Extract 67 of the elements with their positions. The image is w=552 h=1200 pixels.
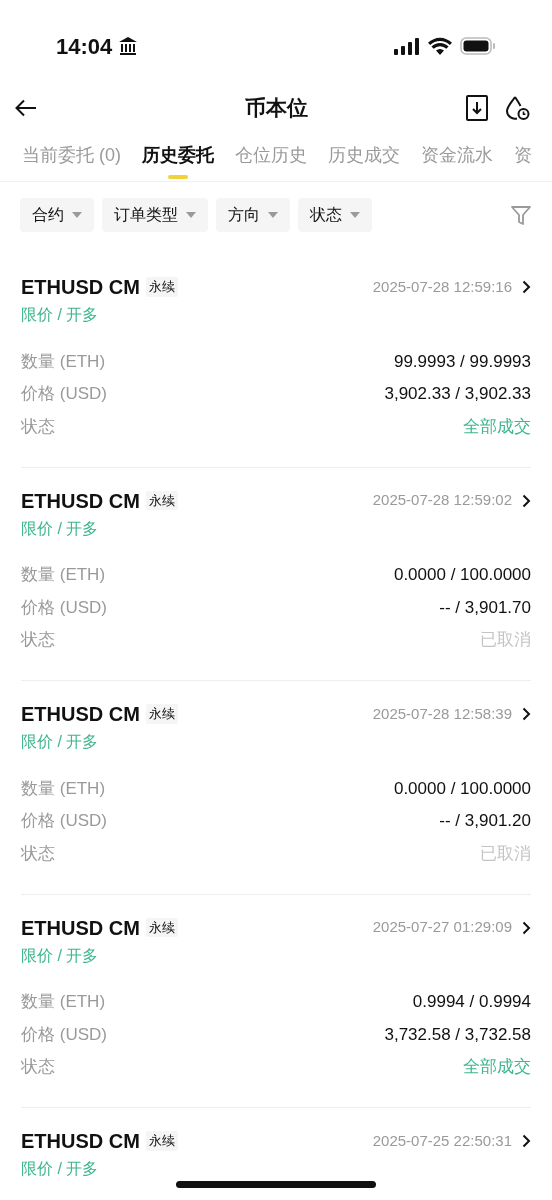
order-time: 2025-07-25 22:50:31 xyxy=(372,1130,512,1151)
field-label: 价格 (USD) xyxy=(21,596,107,619)
contract-symbol: ETHUSD CM xyxy=(21,915,140,941)
contract-symbol: ETHUSD CM xyxy=(21,1129,140,1154)
field-label: 价格 (USD) xyxy=(21,383,107,405)
tab[interactable]: 历史委托 xyxy=(142,138,214,181)
battery-icon xyxy=(460,37,496,55)
signal-icon xyxy=(394,37,420,55)
field-label: 状态 xyxy=(21,415,55,438)
filter-dropdown[interactable]: 订单类型 xyxy=(102,198,208,232)
chevron-right-icon[interactable] xyxy=(522,920,531,935)
field-label: 状态 xyxy=(21,1056,55,1078)
page-title: 币本位 xyxy=(244,95,308,122)
field-value: 0.0000 / 100.0000 xyxy=(393,777,531,800)
field-value: 0.0000 / 100.0000 xyxy=(393,564,531,586)
order-type: 限价 / 开多 xyxy=(21,732,99,752)
field-value: -- / 3,901.70 xyxy=(439,596,531,619)
order-time: 2025-07-28 12:59:16 xyxy=(372,276,512,297)
order-time: 2025-07-27 01:29:09 xyxy=(372,917,512,938)
contract-tag: 永续 xyxy=(145,277,178,297)
field-label: 数量 (ETH) xyxy=(21,777,106,800)
field-label: 数量 (ETH) xyxy=(21,564,106,586)
field-value: 全部成交 xyxy=(463,1056,531,1078)
field-value: 3,732.58 / 3,732.58 xyxy=(384,1023,531,1046)
field-label: 状态 xyxy=(21,629,55,651)
contract-tag: 永续 xyxy=(145,490,178,511)
download-icon[interactable] xyxy=(466,95,488,121)
caret-down-icon xyxy=(268,212,278,218)
caret-down-icon xyxy=(350,212,360,218)
field-value: 3,902.33 / 3,902.33 xyxy=(384,383,531,405)
field-label: 数量 (ETH) xyxy=(21,350,106,373)
contract-symbol: ETHUSD CM xyxy=(21,275,140,300)
order-time: 2025-07-28 12:58:39 xyxy=(372,703,512,724)
contract-tag: 永续 xyxy=(145,704,178,724)
filter-dropdown[interactable]: 合约 xyxy=(20,198,94,232)
field-label: 状态 xyxy=(21,842,55,865)
contract-symbol: ETHUSD CM xyxy=(21,488,140,514)
wifi-icon xyxy=(428,37,452,55)
filter-icon[interactable] xyxy=(510,204,532,226)
order-type: 限价 / 开多 xyxy=(21,1159,99,1179)
field-value: 全部成交 xyxy=(463,415,531,438)
field-label: 价格 (USD) xyxy=(21,1023,107,1046)
filter-dropdown[interactable]: 状态 xyxy=(298,198,372,232)
field-label: 数量 (ETH) xyxy=(21,991,106,1013)
chevron-right-icon[interactable] xyxy=(522,280,531,294)
filter-dropdown[interactable]: 方向 xyxy=(216,198,290,232)
field-value: 0.9994 / 0.9994 xyxy=(412,991,531,1013)
field-value: 已取消 xyxy=(480,629,531,651)
drop-clock-icon[interactable] xyxy=(504,95,530,121)
chevron-right-icon[interactable] xyxy=(522,1134,531,1148)
order-type: 限价 / 开多 xyxy=(21,945,99,966)
clock-time: 14:04 xyxy=(56,32,113,61)
field-label: 价格 (USD) xyxy=(21,810,107,832)
order-type: 限价 / 开多 xyxy=(21,518,99,539)
field-value: 已取消 xyxy=(480,842,531,865)
contract-tag: 永续 xyxy=(145,1131,178,1151)
chevron-right-icon[interactable] xyxy=(522,707,531,721)
order-time: 2025-07-28 12:59:02 xyxy=(372,490,512,511)
order-type: 限价 / 开多 xyxy=(21,305,99,325)
caret-down-icon xyxy=(72,212,82,218)
field-value: 99.9993 / 99.9993 xyxy=(393,350,531,373)
caret-down-icon xyxy=(186,212,196,218)
contract-symbol: ETHUSD CM xyxy=(21,702,140,727)
bank-icon xyxy=(118,36,139,56)
chevron-right-icon[interactable] xyxy=(522,493,531,508)
field-value: -- / 3,901.20 xyxy=(439,810,531,832)
contract-tag: 永续 xyxy=(145,917,178,938)
